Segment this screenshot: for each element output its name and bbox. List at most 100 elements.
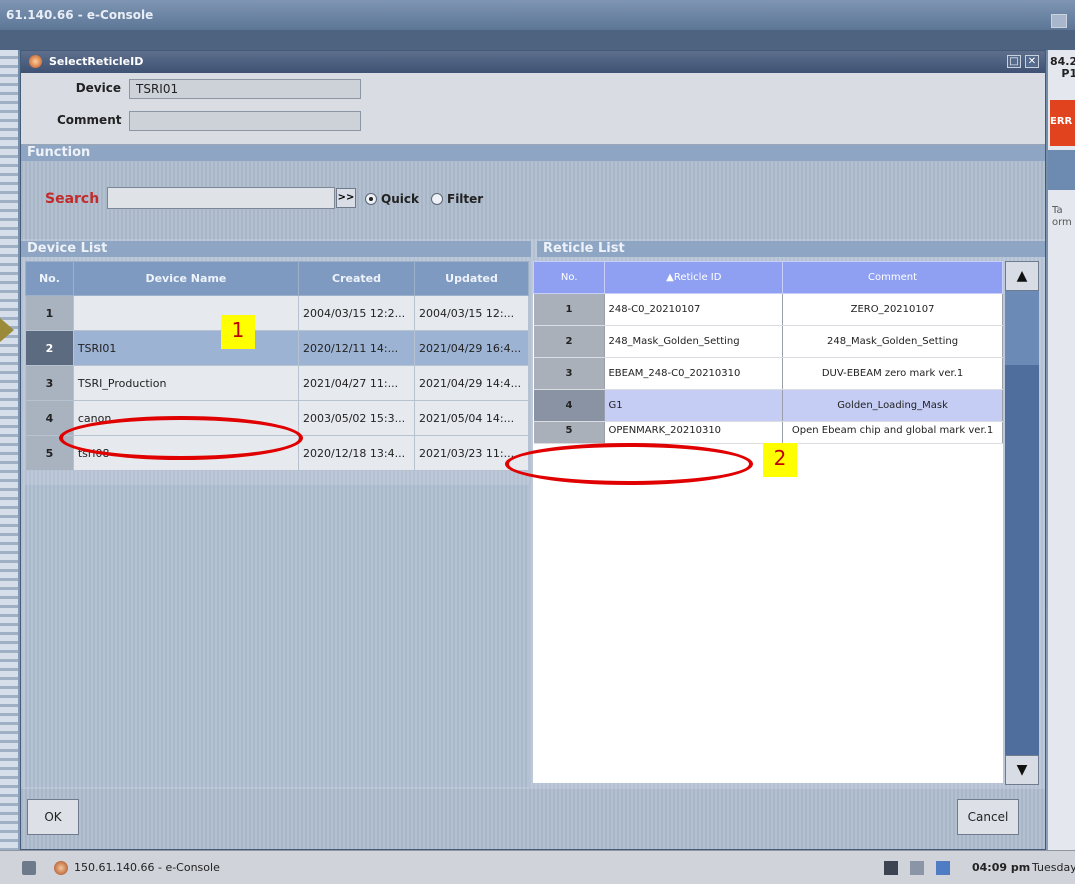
clock-day: Tuesday xyxy=(1032,861,1075,874)
comment-field xyxy=(129,111,361,131)
taskbar-window-button[interactable]: 150.61.140.66 - e-Console xyxy=(74,861,220,874)
table-row[interactable]: 5 OPENMARK_20210310 Open Ebeam chip and … xyxy=(533,421,1003,444)
column-header[interactable]: Comment xyxy=(782,261,1003,294)
table-row-selected[interactable]: 4 G1 Golden_Loading_Mask xyxy=(533,389,1003,422)
search-go-button[interactable]: >> xyxy=(336,188,356,208)
device-info-panel: Device TSRI01 Comment xyxy=(21,73,1045,145)
column-header[interactable]: Created xyxy=(298,261,415,296)
row-number: 5 xyxy=(533,421,606,444)
minimize-icon[interactable] xyxy=(1051,14,1067,28)
network-icon[interactable] xyxy=(936,861,950,875)
error-badge[interactable]: ERR xyxy=(1050,100,1075,146)
device-field: TSRI01 xyxy=(129,79,361,99)
scroll-down-icon[interactable]: ▼ xyxy=(1005,755,1039,785)
display-icon[interactable] xyxy=(910,861,924,875)
radio-unselected-icon xyxy=(431,193,443,205)
right-text: Ta orm xyxy=(1052,205,1072,228)
radio-filter[interactable]: Filter xyxy=(431,192,483,206)
annotation-ellipse xyxy=(59,416,303,460)
lists-area: Device List Reticle List No. Device Name… xyxy=(21,239,1045,789)
radio-quick-label: Quick xyxy=(381,192,419,206)
reticle-table: No. ▲Reticle ID Comment 1 248-C0_2021010… xyxy=(532,261,1003,444)
start-menu-icon[interactable] xyxy=(22,861,36,875)
column-header[interactable]: ▲Reticle ID xyxy=(604,261,784,294)
row-number: 3 xyxy=(533,357,606,390)
radio-selected-icon xyxy=(365,193,377,205)
annotation-ellipse xyxy=(505,443,753,485)
outer-toolbar-strip xyxy=(0,30,1075,50)
created-cell: 2020/12/11 14:... xyxy=(298,330,415,366)
device-name-cell: TSRI01 xyxy=(72,330,300,366)
created-cell: 2003/05/02 15:3... xyxy=(298,400,415,436)
cancel-button[interactable]: Cancel xyxy=(957,799,1019,835)
sort-ascending-icon: ▲ xyxy=(666,272,674,283)
close-icon[interactable]: ✕ xyxy=(1025,55,1039,68)
reticle-id-cell: 248_Mask_Golden_Setting xyxy=(604,325,784,358)
left-edge-panel xyxy=(0,50,18,850)
ok-button[interactable]: OK xyxy=(27,799,79,835)
table-row[interactable]: 3 TSRI_Production 2021/04/27 11:... 2021… xyxy=(25,365,529,401)
reticle-comment-cell: DUV-EBEAM zero mark ver.1 xyxy=(782,357,1003,390)
table-row[interactable]: 1 2004/03/15 12:2... 2004/03/15 12:... xyxy=(25,295,529,331)
column-header[interactable]: Device Name xyxy=(72,261,300,296)
table-row-selected[interactable]: 2 TSRI01 2020/12/11 14:... 2021/04/29 16… xyxy=(25,330,529,366)
dialog-title-text: SelectReticleID xyxy=(49,55,144,68)
screen: 61.140.66 - e-Console 84.2 P1 ERR Ta orm… xyxy=(0,0,1075,884)
select-reticle-dialog: SelectReticleID □ ✕ Device TSRI01 Commen… xyxy=(20,50,1046,850)
reticle-comment-cell: Open Ebeam chip and global mark ver.1 xyxy=(782,421,1003,444)
comment-label: Comment xyxy=(57,113,122,127)
annotation-label: 2 xyxy=(763,443,797,477)
row-number: 1 xyxy=(25,295,74,331)
app-icon xyxy=(54,861,68,875)
reticle-id-cell: EBEAM_248-C0_20210310 xyxy=(604,357,784,390)
function-panel: Function Search >> Quick Filter xyxy=(21,145,1045,239)
updated-cell: 2021/04/29 16:4... xyxy=(414,330,529,366)
reticle-list-panel: No. ▲Reticle ID Comment 1 248-C0_2021010… xyxy=(532,261,1003,783)
updated-cell: 2004/03/15 12:... xyxy=(414,295,529,331)
search-label: Search xyxy=(45,191,100,207)
column-header[interactable]: No. xyxy=(532,261,606,294)
dialog-title: SelectReticleID xyxy=(21,51,1045,73)
table-row[interactable]: 3 EBEAM_248-C0_20210310 DUV-EBEAM zero m… xyxy=(533,357,1003,390)
created-cell: 2004/03/15 12:2... xyxy=(298,295,415,331)
arrow-right-icon xyxy=(0,318,14,342)
row-number: 2 xyxy=(533,325,606,358)
maximize-icon[interactable]: □ xyxy=(1007,55,1021,68)
annotation-label: 1 xyxy=(221,315,255,349)
reticle-table-header-row: No. ▲Reticle ID Comment xyxy=(532,261,1003,294)
clock-time: 04:09 pm xyxy=(972,861,1031,874)
row-number: 2 xyxy=(25,330,74,366)
column-header[interactable]: Updated xyxy=(414,261,529,296)
scroll-thumb[interactable] xyxy=(1005,291,1039,365)
reticle-comment-cell: ZERO_20210107 xyxy=(782,293,1003,326)
reticle-id-cell: 248-C0_20210107 xyxy=(604,293,784,326)
function-header: Function xyxy=(21,145,1045,161)
scroll-up-icon[interactable]: ▲ xyxy=(1005,261,1039,291)
table-row[interactable]: 1 248-C0_20210107 ZERO_20210107 xyxy=(533,293,1003,326)
table-row[interactable]: 2 248_Mask_Golden_Setting 248_Mask_Golde… xyxy=(533,325,1003,358)
app-icon xyxy=(29,55,42,68)
row-number: 1 xyxy=(533,293,606,326)
right-status: 84.2 P1 xyxy=(1050,56,1075,80)
radio-quick[interactable]: Quick xyxy=(365,192,419,206)
column-header[interactable]: No. xyxy=(25,261,74,296)
updated-cell: 2021/05/04 14:... xyxy=(414,400,529,436)
device-list-header: Device List xyxy=(21,241,531,257)
right-blue-block xyxy=(1048,150,1075,190)
device-name-cell xyxy=(72,295,300,331)
reticle-comment-cell: 248_Mask_Golden_Setting xyxy=(782,325,1003,358)
search-input[interactable] xyxy=(107,187,335,209)
updated-cell: 2021/04/29 14:4... xyxy=(414,365,529,401)
clipboard-icon[interactable] xyxy=(884,861,898,875)
outer-window-title: 61.140.66 - e-Console xyxy=(0,0,1075,30)
reticle-id-cell: OPENMARK_20210310 xyxy=(604,421,784,444)
row-number: 3 xyxy=(25,365,74,401)
dialog-button-bar: OK Cancel xyxy=(21,789,1045,849)
radio-filter-label: Filter xyxy=(447,192,484,206)
device-list-empty-area xyxy=(25,485,529,787)
reticle-comment-cell: Golden_Loading_Mask xyxy=(782,389,1003,422)
device-label: Device xyxy=(75,81,121,95)
device-table-header-row: No. Device Name Created Updated xyxy=(25,261,529,296)
created-cell: 2021/04/27 11:... xyxy=(298,365,415,401)
reticle-scrollbar[interactable]: ▲ ▼ xyxy=(1005,261,1039,785)
